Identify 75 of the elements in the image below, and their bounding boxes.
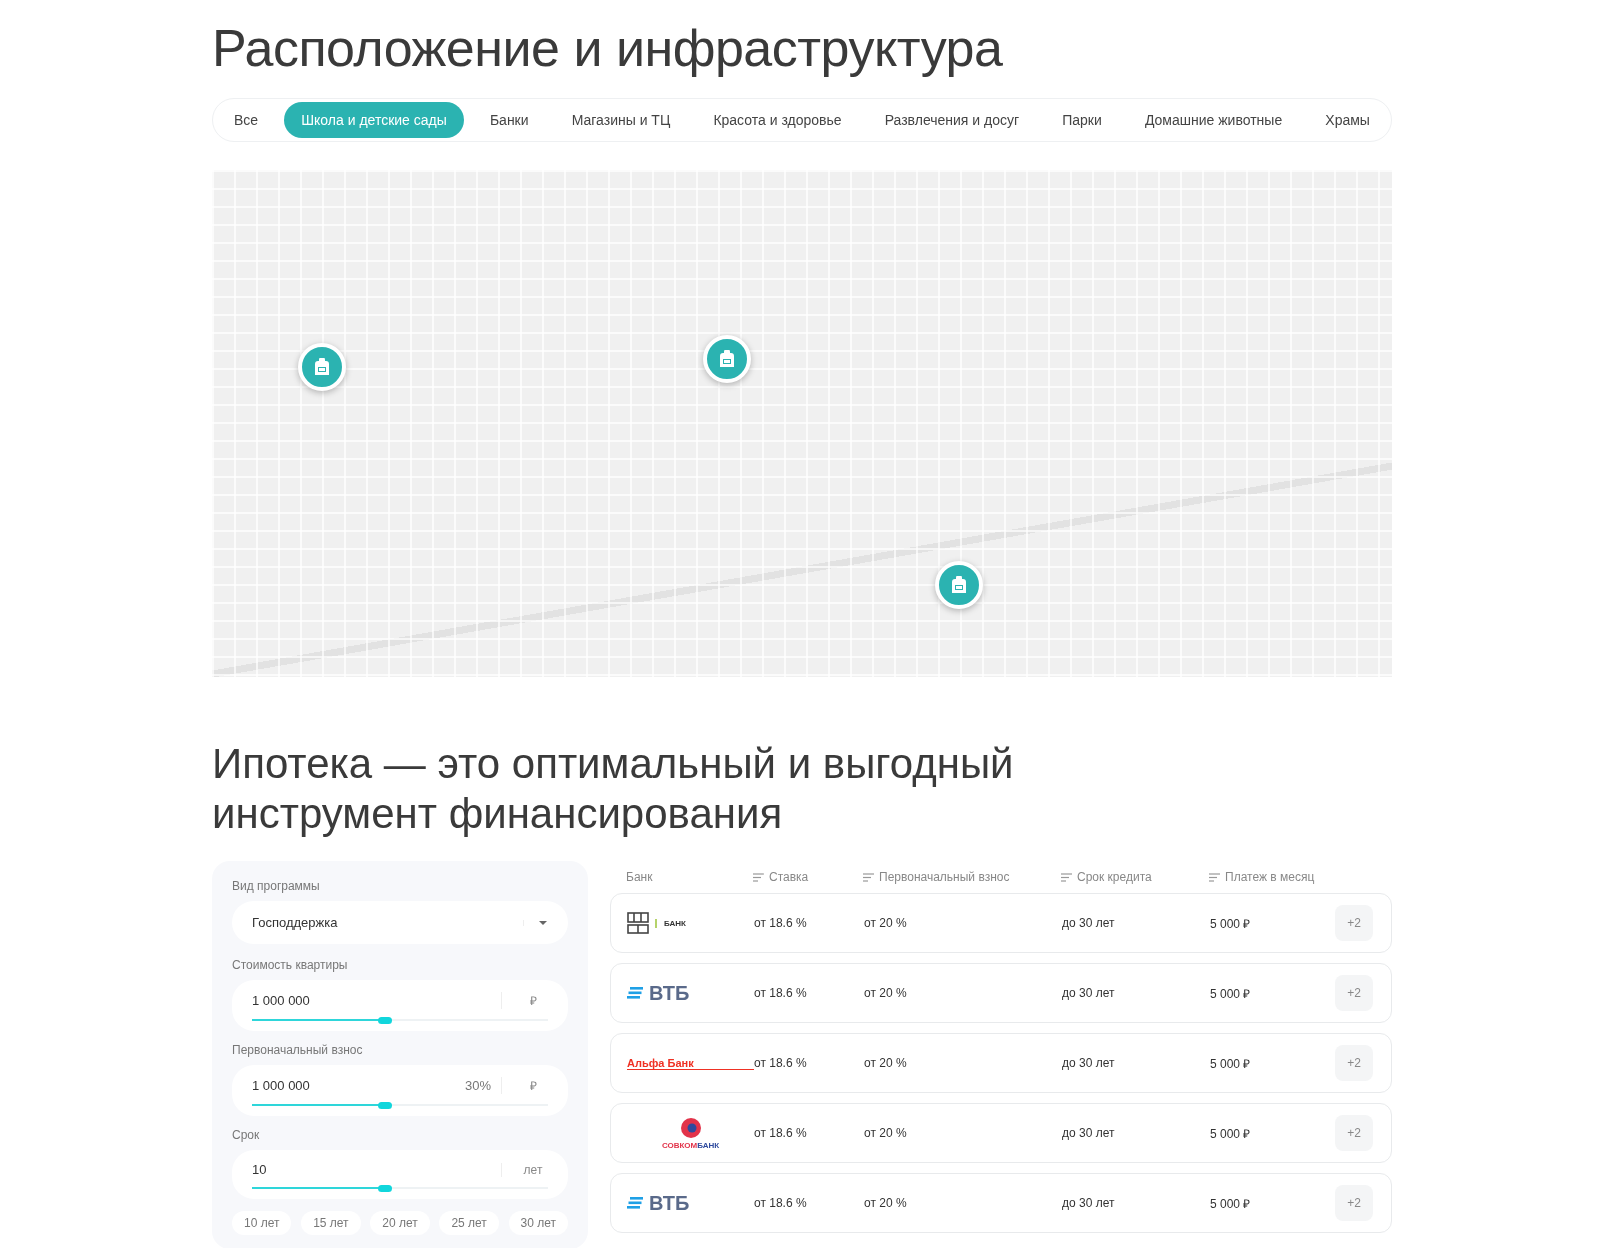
backpack-icon xyxy=(718,350,735,369)
category-tab[interactable]: Развлечения и досуг xyxy=(867,102,1037,138)
percent-value: 30% xyxy=(464,1078,491,1093)
unit-label: ₽ xyxy=(501,992,548,1009)
column-header[interactable]: Ставка xyxy=(769,870,809,884)
stripes-logo-icon xyxy=(627,987,643,999)
map-pin[interactable] xyxy=(298,342,347,391)
bank-offer-row[interactable]: ВТБ от 18.6 % от 20 % до 30 лет 5 000 ₽ +2 xyxy=(610,963,1392,1023)
table-cell-text: 5 000 ₽ xyxy=(1210,985,1252,1002)
category-tab[interactable]: Банки xyxy=(472,102,546,138)
table-cell-text: от 20 % xyxy=(864,1126,908,1140)
backpack-icon xyxy=(951,575,968,594)
category-tab[interactable]: Красота и здоровье xyxy=(696,102,859,138)
slider-thumb[interactable] xyxy=(378,1185,393,1192)
table-cell-text: от 18.6 % xyxy=(754,986,808,1000)
term-chip[interactable]: 15 лет xyxy=(301,1211,361,1235)
column-header: Банк xyxy=(626,870,654,884)
table-cell-text: 5 000 ₽ xyxy=(1210,915,1252,932)
table-cell-text: до 30 лет xyxy=(1062,916,1116,930)
caret-icon xyxy=(538,919,548,926)
table-cell-text: до 30 лет xyxy=(1062,1056,1116,1070)
input-field[interactable]: 10 xyxy=(252,1162,501,1177)
category-tab[interactable]: Магазины и ТЦ xyxy=(554,102,688,138)
slider-thumb[interactable] xyxy=(378,1102,393,1109)
bank-logo-text: БАНК xyxy=(655,918,686,928)
table-cell-text: от 18.6 % xyxy=(754,1126,808,1140)
program-dropdown[interactable]: Господдержка xyxy=(232,901,568,944)
bank-offer-row[interactable]: БАНК от 18.6 % от 20 % до 30 лет 5 000 ₽ +2 xyxy=(610,893,1392,953)
table-cell-text: от 20 % xyxy=(864,986,908,1000)
table-cell-text: от 20 % xyxy=(864,916,908,930)
section-title: Расположение и инфраструктура xyxy=(212,18,1004,78)
column-header[interactable]: Срок кредита xyxy=(1077,870,1152,884)
bank-logo-text: Альфа Банк xyxy=(627,1056,754,1070)
field-label: Вид программы xyxy=(232,879,321,893)
category-tab[interactable]: Все xyxy=(217,102,276,138)
bank-offer-row[interactable]: СОВКОМБАНК от 18.6 % от 20 % до 30 лет 5 000 ₽ +2 xyxy=(610,1103,1392,1163)
bank-logo-text: ВТБ xyxy=(649,1191,690,1215)
table-cell-text: от 18.6 % xyxy=(754,1196,808,1210)
field-label: Срок xyxy=(232,1128,261,1142)
table-cell-text: 5 000 ₽ xyxy=(1210,1055,1252,1072)
table-cell-text: от 20 % xyxy=(864,1196,908,1210)
section-title: Ипотека — это оптимальный и выгодный инструмент финансирования xyxy=(212,739,1015,839)
table-cell-text: до 30 лет xyxy=(1062,1126,1116,1140)
table-cell-text: 5 000 ₽ xyxy=(1210,1125,1252,1142)
column-header[interactable]: Первоначальный взнос xyxy=(879,870,1010,884)
term-chip[interactable]: 10 лет xyxy=(232,1211,292,1235)
stripes-logo-icon xyxy=(627,1197,643,1209)
bank-logo-text: ВТБ xyxy=(649,981,690,1005)
category-tab[interactable]: Парки xyxy=(1045,102,1119,138)
term-chip[interactable]: 30 лет xyxy=(508,1211,568,1235)
slider-thumb[interactable] xyxy=(378,1017,393,1024)
table-cell-text: от 20 % xyxy=(864,1056,908,1070)
table-cell-text: от 18.6 % xyxy=(754,1056,808,1070)
unit-label: лет xyxy=(501,1162,548,1177)
bank-offer-row[interactable]: ВТБ от 18.6 % от 20 % до 30 лет 5 000 ₽ +2 xyxy=(610,1173,1392,1233)
table-cell-text: от 18.6 % xyxy=(754,916,808,930)
map-pin[interactable] xyxy=(702,335,751,384)
circle-logo-icon xyxy=(679,1116,702,1139)
column-header[interactable]: Платеж в месяц xyxy=(1225,870,1315,884)
table-cell-text: 5 000 ₽ xyxy=(1210,1195,1252,1212)
input-field[interactable]: 1 000 000 xyxy=(252,993,501,1008)
input-field[interactable]: 1 000 000 xyxy=(252,1078,465,1093)
field-label: Стоимость квартиры xyxy=(232,958,349,972)
backpack-icon xyxy=(314,357,331,376)
map-pin[interactable] xyxy=(935,560,984,609)
table-cell-text: до 30 лет xyxy=(1062,986,1116,1000)
category-tab[interactable]: Домашние животные xyxy=(1127,102,1300,138)
category-tab[interactable]: Храмы xyxy=(1308,102,1387,138)
term-chip[interactable]: 20 лет xyxy=(370,1211,430,1235)
table-cell-text: до 30 лет xyxy=(1062,1196,1116,1210)
term-chip[interactable]: 25 лет xyxy=(439,1211,499,1235)
bank-offer-row[interactable]: Альфа Банк от 18.6 % от 20 % до 30 лет 5 000 ₽ +2 xyxy=(610,1033,1392,1093)
bank-logo-text: СОВКОМБАНК xyxy=(661,1140,720,1150)
unit-label: ₽ xyxy=(501,1077,548,1094)
field-label: Первоначальный взнос xyxy=(232,1043,364,1057)
